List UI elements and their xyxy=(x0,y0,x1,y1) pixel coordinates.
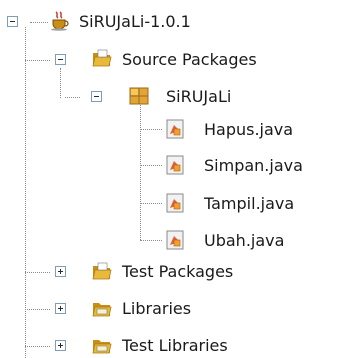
java-form-icon xyxy=(166,230,184,250)
test-libraries-folder-icon xyxy=(92,340,112,354)
tree-line-package-h xyxy=(65,97,80,98)
java-form-icon xyxy=(166,119,184,139)
libraries-expander[interactable] xyxy=(55,303,66,314)
package-label[interactable]: SiRUJaLi xyxy=(166,87,231,107)
java-form-icon xyxy=(166,155,184,175)
source-folder-icon xyxy=(92,49,112,67)
tree-line-libraries xyxy=(25,309,50,310)
libraries-folder-icon xyxy=(92,303,112,317)
project-expander[interactable] xyxy=(7,16,18,27)
coffee-cup-project-icon xyxy=(51,11,69,31)
source-packages-expander[interactable] xyxy=(55,54,66,65)
tree-line-file-1 xyxy=(140,129,162,130)
tree-line-project xyxy=(30,22,48,23)
tree-line-file-3 xyxy=(140,203,162,204)
tree-line-test-packages xyxy=(25,272,50,273)
source-packages-label[interactable]: Source Packages xyxy=(122,50,257,70)
tree-line-test-libraries xyxy=(25,346,50,347)
project-label[interactable]: SiRUJaLi-1.0.1 xyxy=(79,12,191,32)
file-label-simpan[interactable]: Simpan.java xyxy=(204,156,303,176)
tree-line-source-h xyxy=(25,60,50,61)
package-icon xyxy=(129,87,149,105)
java-form-icon xyxy=(166,193,184,213)
file-label-ubah[interactable]: Ubah.java xyxy=(204,231,284,251)
file-label-tampil[interactable]: Tampil.java xyxy=(204,194,294,214)
libraries-label[interactable]: Libraries xyxy=(122,299,191,319)
test-libraries-expander[interactable] xyxy=(55,340,66,351)
package-expander[interactable] xyxy=(91,91,102,102)
test-packages-expander[interactable] xyxy=(55,266,66,277)
tree-line-source xyxy=(60,68,61,98)
tree-line-file-2 xyxy=(140,165,162,166)
test-folder-icon xyxy=(92,262,112,280)
test-packages-label[interactable]: Test Packages xyxy=(122,262,233,282)
project-tree: SiRUJaLi-1.0.1 Source Packages SiRUJaLi … xyxy=(0,0,355,358)
tree-line-package xyxy=(140,105,141,240)
tree-line-file-4 xyxy=(140,240,162,241)
file-label-hapus[interactable]: Hapus.java xyxy=(204,120,293,140)
test-libraries-label[interactable]: Test Libraries xyxy=(122,336,228,356)
